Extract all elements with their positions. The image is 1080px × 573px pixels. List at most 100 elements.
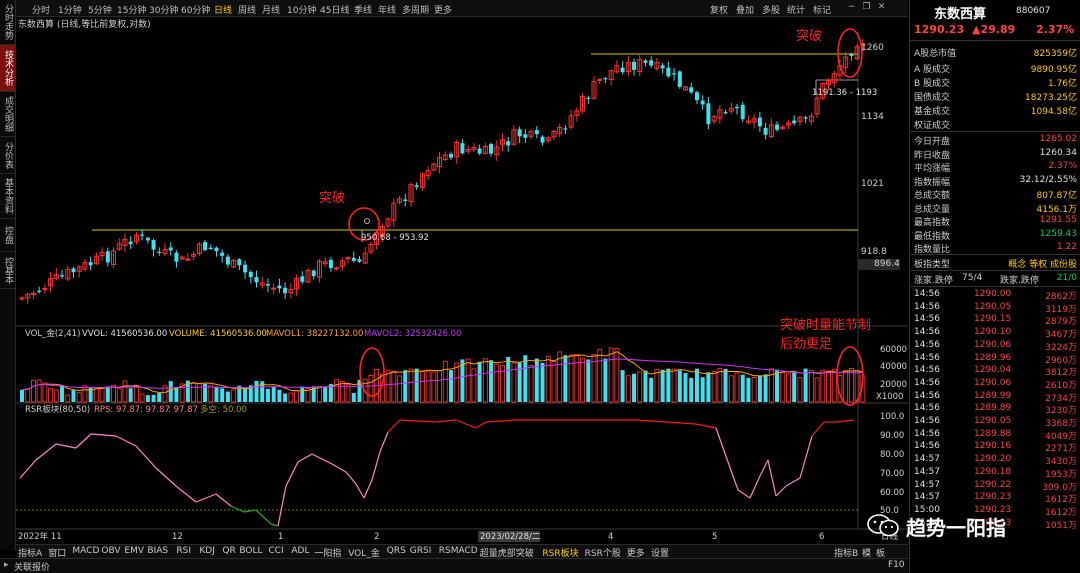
toolbar-mark[interactable]: 标记 xyxy=(813,3,831,16)
period-tab[interactable]: 周线 xyxy=(238,3,256,16)
period-tab[interactable]: 月线 xyxy=(262,3,280,16)
minimize-icon[interactable]: − xyxy=(846,2,857,13)
candle-body-down xyxy=(672,73,677,75)
volume-bar-up xyxy=(294,389,300,403)
rsr-line-segment xyxy=(715,427,729,463)
volume-bar-up xyxy=(728,375,734,403)
rsr-line-segment xyxy=(331,463,347,473)
indicator-tab[interactable]: EMV xyxy=(124,546,144,556)
volume-bar-up xyxy=(511,362,517,403)
period-tab[interactable]: 10分钟 xyxy=(287,3,316,16)
period-tab[interactable]: 15分钟 xyxy=(117,3,146,16)
quote-stat-value: 1094.58亿 xyxy=(1030,107,1077,117)
indicator-tab[interactable]: GRSI xyxy=(410,546,432,556)
toolbar-overlay[interactable]: 叠加 xyxy=(736,3,754,16)
date-axis-label: 6 xyxy=(819,532,824,542)
period-tab[interactable]: 更多 xyxy=(434,3,452,16)
vtab-control[interactable]: 控盘 xyxy=(0,219,15,252)
tick-volume: 4049万 xyxy=(1045,431,1077,442)
toolbar-stats[interactable]: 统计 xyxy=(787,3,805,16)
indicator-tab[interactable]: CCI xyxy=(268,546,283,556)
chart-area[interactable]: 东数西算 (日线,等比前复权,对数) 1260 1134 1021 918.8 … xyxy=(16,16,908,543)
indicator-tab[interactable]: BOLL xyxy=(239,546,262,556)
vtab-fundamentals[interactable]: 基本资料 xyxy=(0,174,15,219)
period-tab[interactable]: 5分钟 xyxy=(88,3,112,16)
quote-stat-row: 昨日收盘 1260.34 xyxy=(914,148,1077,161)
tick-volume: 3119万 xyxy=(1045,304,1077,315)
indicator-tab[interactable]: OBV xyxy=(101,546,120,556)
candle-body-down xyxy=(775,124,780,130)
indicator-tab[interactable]: KDJ xyxy=(199,546,215,556)
indicator-tab[interactable]: BIAS xyxy=(147,546,168,556)
board-type-value[interactable]: 概念 等权 成份股 xyxy=(1008,257,1077,270)
volume-bar-up xyxy=(580,357,586,403)
price-axis-label: 918.8 xyxy=(861,247,887,257)
volume-bar-up xyxy=(139,393,145,403)
candle-body-down xyxy=(140,234,145,236)
volume-bar-up xyxy=(797,377,803,403)
volume-note-line2: 后劲更足 xyxy=(780,337,832,352)
volume-bar-up xyxy=(408,368,414,403)
volume-header-vvol: VVOL: 41560536.00 xyxy=(82,329,167,339)
indicator-tab[interactable]: ADL xyxy=(291,546,309,556)
candle-body-down xyxy=(586,97,591,99)
restore-icon[interactable]: ❐ xyxy=(861,2,872,13)
period-tab[interactable]: 分时 xyxy=(32,3,50,16)
candle-body-down xyxy=(328,259,333,269)
vtab-intraday[interactable]: 分时走势 xyxy=(0,0,15,45)
status-left-text[interactable]: 关联报价 xyxy=(14,560,50,573)
tick-time: 14:56 xyxy=(914,390,940,401)
indicator-tab[interactable]: MACD xyxy=(72,546,99,556)
tick-time: 14:56 xyxy=(914,416,940,426)
chart-canvas[interactable]: 东数西算 (日线,等比前复权,对数) 1260 1134 1021 918.8 … xyxy=(16,16,908,543)
volume-bar-up xyxy=(397,375,402,403)
vtab-trades[interactable]: 成交明细 xyxy=(0,92,15,137)
period-tab[interactable]: 45日线 xyxy=(320,3,349,16)
rsr-line-segment xyxy=(435,419,457,423)
candle-body-down xyxy=(632,61,637,70)
volume-bar-up xyxy=(36,379,42,403)
period-tab[interactable]: 30分钟 xyxy=(149,3,178,16)
vtab-price-table[interactable]: 分价表 xyxy=(0,137,15,174)
volume-bar-up xyxy=(608,347,614,403)
toolbar-multi[interactable]: 多股 xyxy=(762,3,780,16)
quote-pct: 2.37% xyxy=(1036,23,1075,36)
tick-time: 14:56 xyxy=(914,403,940,414)
rsr-line-segment xyxy=(270,523,279,527)
indicator-tab[interactable]: QRS xyxy=(387,546,406,556)
volume-axis-label: 60000 xyxy=(880,345,907,355)
candle-body-down xyxy=(763,127,768,135)
tick-volume: 2960万 xyxy=(1045,355,1077,366)
watermark-text: 趋势一阳指 xyxy=(906,516,1006,540)
period-tab[interactable]: 年线 xyxy=(378,3,396,16)
volume-bar-up xyxy=(671,368,677,403)
toolbar-fuquan[interactable]: 复权 xyxy=(710,3,728,16)
indicator-tab[interactable]: RSMACD xyxy=(439,546,478,556)
period-tab[interactable]: 多周期 xyxy=(402,3,429,16)
volume-bar-down xyxy=(271,386,276,402)
status-arrow-icon[interactable]: ▸ xyxy=(4,560,9,570)
status-f10[interactable]: F10 xyxy=(888,560,905,570)
period-tab[interactable]: 1分钟 xyxy=(58,3,82,16)
volume-bar-down xyxy=(523,355,528,402)
vtab-technical[interactable]: 技术分析 xyxy=(0,45,15,92)
quote-stat-row: 总成交额 807.87亿 xyxy=(914,188,1077,201)
volume-bar-up xyxy=(385,369,391,403)
period-tab[interactable]: 60分钟 xyxy=(181,3,210,16)
period-tab-active[interactable]: 日线 xyxy=(214,3,232,16)
volume-bar-down xyxy=(792,372,797,402)
volume-bar-up xyxy=(93,387,99,403)
rsr-line-segment xyxy=(475,421,487,429)
tick-row: 14:57 1290.18 1953万 xyxy=(914,467,1077,480)
vtab-control-basic[interactable]: 控基本 xyxy=(0,252,15,289)
period-tab[interactable]: 季线 xyxy=(354,3,372,16)
volume-bar-up xyxy=(53,389,59,403)
rsr-line-segment xyxy=(297,453,313,463)
close-icon[interactable]: ✕ xyxy=(876,2,887,13)
indicator-tab[interactable]: RSI xyxy=(176,546,191,556)
updown-value: 75/4 xyxy=(962,273,983,283)
indicator-tab[interactable]: QR xyxy=(222,546,235,556)
volume-bar-up xyxy=(76,392,82,403)
tick-price: 1290.06 xyxy=(974,377,1012,388)
tick-time: 14:56 xyxy=(914,352,940,363)
